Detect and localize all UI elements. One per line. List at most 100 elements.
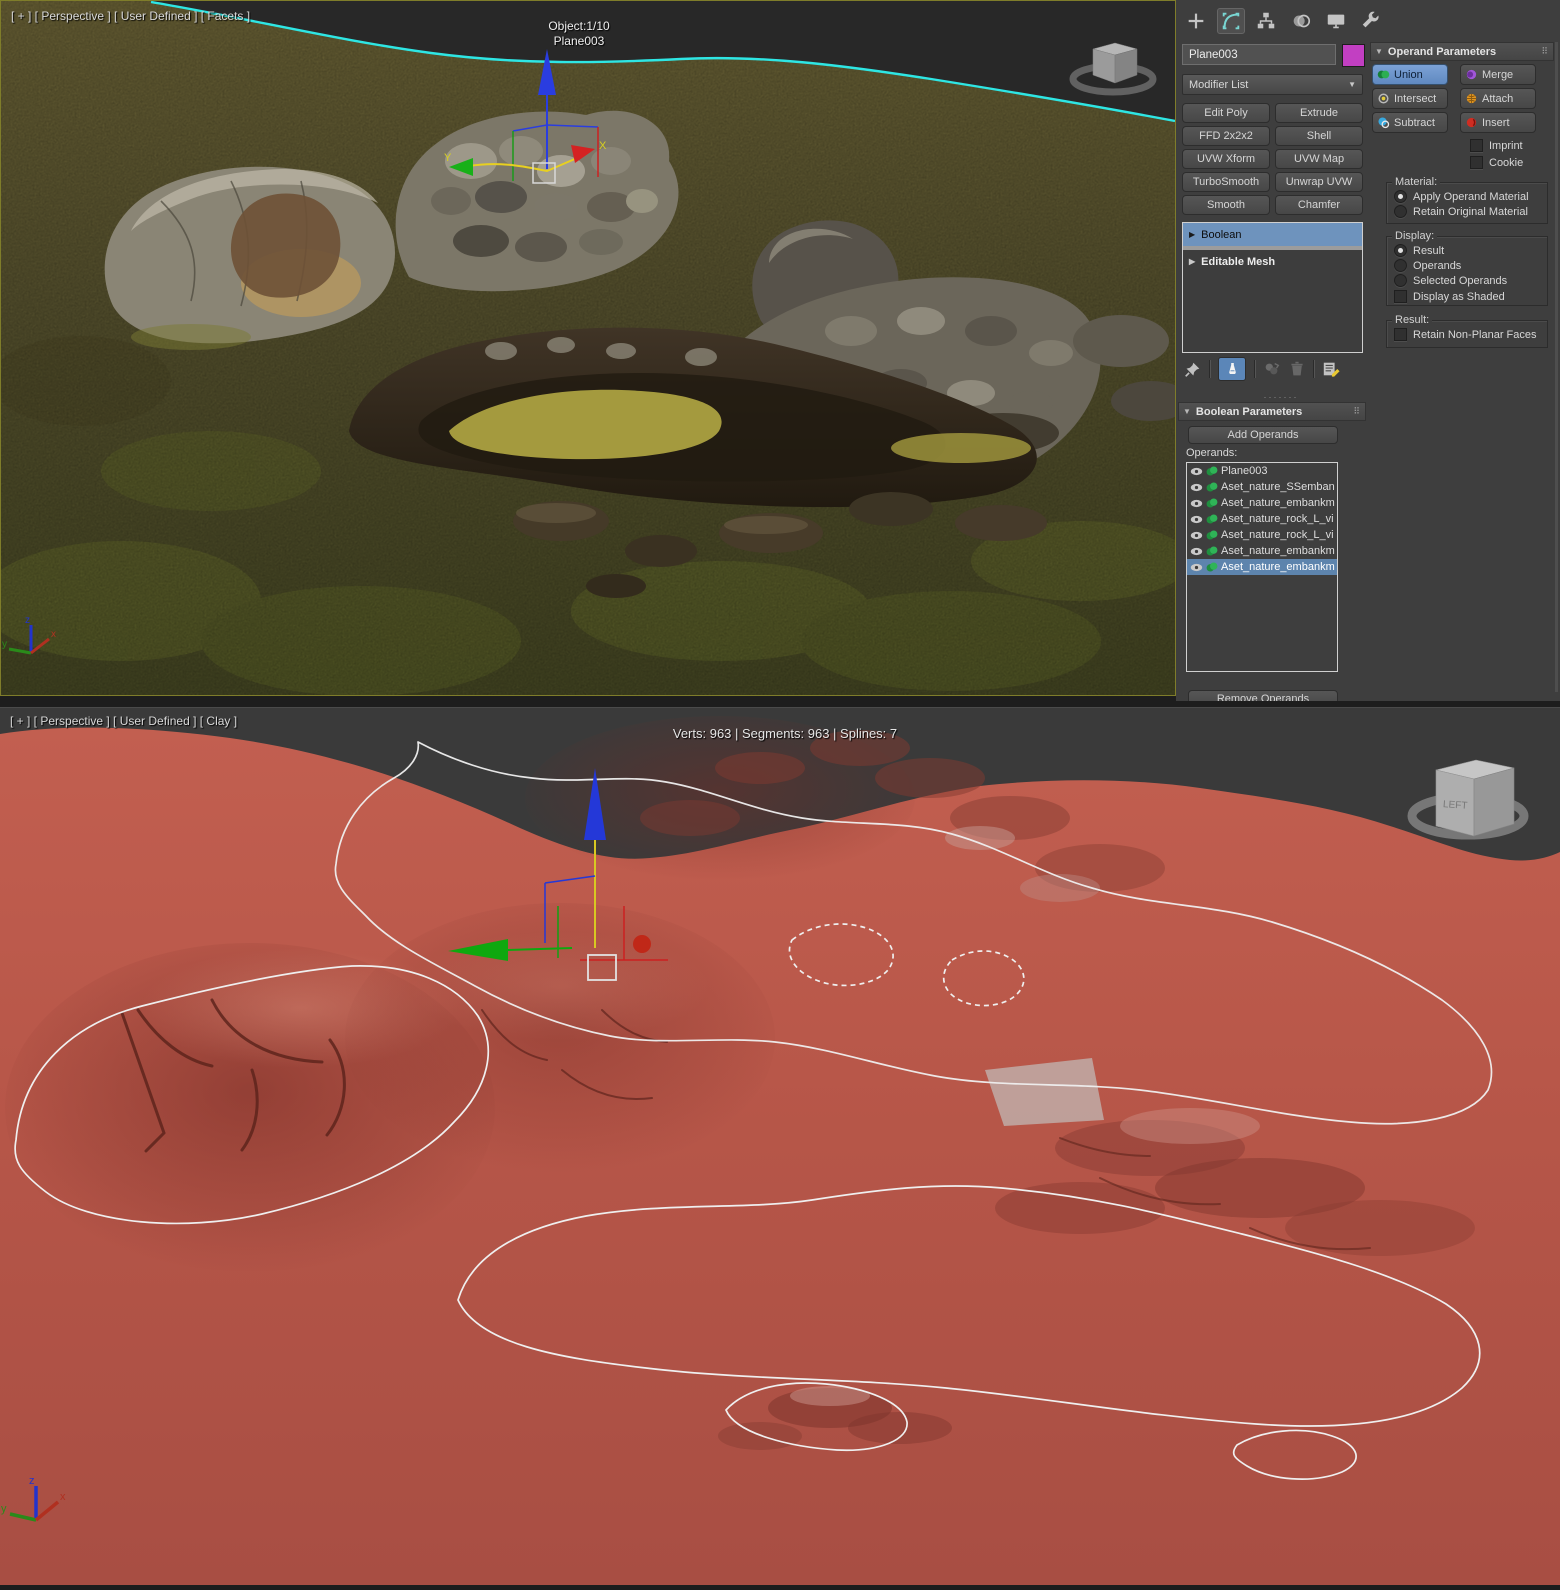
eye-icon[interactable] xyxy=(1190,467,1203,476)
configure-modifier-sets-icon[interactable] xyxy=(1322,360,1340,378)
modifier-button-edit-poly[interactable]: Edit Poly xyxy=(1182,103,1270,123)
radio-label: Retain Original Material xyxy=(1413,206,1528,218)
operand-label: Aset_nature_embankm xyxy=(1221,545,1335,557)
viewport-bottom-clay[interactable]: LEFT z y x [ + ] [ Perspective ] [ User … xyxy=(0,707,1560,1585)
hierarchy-icon xyxy=(1255,10,1277,32)
add-operands-button[interactable]: Add Operands xyxy=(1188,426,1338,444)
modifier-button-turbosmooth[interactable]: TurboSmooth xyxy=(1182,172,1270,192)
drag-grip-icon[interactable]: ⠿ xyxy=(1541,46,1549,57)
eye-icon[interactable] xyxy=(1190,531,1203,540)
tab-utilities[interactable] xyxy=(1357,8,1385,34)
eye-icon[interactable] xyxy=(1190,499,1203,508)
selection-tooltip-line1: Object:1/10 xyxy=(499,19,659,34)
object-color-swatch[interactable] xyxy=(1342,44,1365,67)
tab-modify[interactable] xyxy=(1217,8,1245,34)
tab-motion[interactable] xyxy=(1287,8,1315,34)
expand-arrow-icon[interactable]: ▶ xyxy=(1189,257,1195,266)
make-unique-icon[interactable] xyxy=(1263,360,1281,378)
eye-icon[interactable] xyxy=(1190,563,1203,572)
operand-row[interactable]: Aset_nature_embankm xyxy=(1187,495,1337,511)
panel-scrollbar[interactable] xyxy=(1555,42,1558,692)
pin-stack-icon[interactable] xyxy=(1184,361,1201,378)
stack-item-boolean[interactable]: ▶ Boolean xyxy=(1183,223,1362,246)
utilities-wrench-icon xyxy=(1360,10,1382,32)
selection-tooltip: Object:1/10 Plane003 xyxy=(499,19,659,49)
collapse-arrow-icon: ▼ xyxy=(1375,47,1383,56)
subtract-icon xyxy=(1377,116,1390,129)
display-selected-operands-radio[interactable] xyxy=(1394,274,1407,287)
viewport-bottom-label[interactable]: [ + ] [ Perspective ] [ User Defined ] [… xyxy=(10,714,237,728)
operand-row[interactable]: Aset_nature_SSemban xyxy=(1187,479,1337,495)
merge-button[interactable]: Merge xyxy=(1460,64,1536,85)
display-selected-operands-row: Selected Operands xyxy=(1394,274,1507,287)
operand-geometry-icon xyxy=(1206,481,1218,493)
subtract-button[interactable]: Subtract xyxy=(1372,112,1448,133)
modifier-button-shell[interactable]: Shell xyxy=(1275,126,1363,146)
attach-button[interactable]: Attach xyxy=(1460,88,1536,109)
display-result-row: Result xyxy=(1394,244,1444,257)
operand-geometry-icon xyxy=(1206,513,1218,525)
modifier-button-smooth[interactable]: Smooth xyxy=(1182,195,1270,215)
modifier-button-unwrap-uvw[interactable]: Unwrap UVW xyxy=(1275,172,1363,192)
operand-geometry-icon xyxy=(1206,545,1218,557)
viewcube[interactable]: LEFT xyxy=(1412,760,1524,836)
object-name-input[interactable] xyxy=(1182,44,1336,65)
stack-item-editable-mesh[interactable]: ▶ Editable Mesh xyxy=(1183,250,1362,273)
show-end-result-button[interactable] xyxy=(1218,357,1246,381)
union-button[interactable]: Union xyxy=(1372,64,1448,85)
display-operands-radio[interactable] xyxy=(1394,259,1407,272)
modifier-stack: ▶ Boolean ▶ Editable Mesh xyxy=(1182,222,1363,353)
motion-icon xyxy=(1290,10,1312,32)
gizmo-x-handle[interactable] xyxy=(633,935,651,953)
tripod-z-label: z xyxy=(29,1475,35,1487)
modifier-button-chamfer[interactable]: Chamfer xyxy=(1275,195,1363,215)
tab-hierarchy[interactable] xyxy=(1252,8,1280,34)
rollout-title: Operand Parameters xyxy=(1388,46,1496,58)
viewport-top-label[interactable]: [ + ] [ Perspective ] [ User Defined ] [… xyxy=(11,9,250,23)
result-group-label: Result: xyxy=(1392,314,1432,326)
modifier-button-ffd2x2x2[interactable]: FFD 2x2x2 xyxy=(1182,126,1270,146)
merge-icon xyxy=(1465,68,1478,81)
remove-operands-button[interactable]: Remove Operands xyxy=(1188,690,1338,701)
eye-icon[interactable] xyxy=(1190,483,1203,492)
operand-parameters-rollout-header[interactable]: ▼ Operand Parameters ⠿ xyxy=(1370,42,1554,61)
insert-button[interactable]: Insert xyxy=(1460,112,1536,133)
operand-row[interactable]: Aset_nature_embankm xyxy=(1187,543,1337,559)
intersect-icon xyxy=(1377,92,1390,105)
modifier-list-dropdown[interactable]: Modifier List ▼ xyxy=(1182,74,1363,95)
viewcube-face-label[interactable]: LEFT xyxy=(1443,799,1468,812)
tripod-z-label: z xyxy=(25,615,30,626)
viewport-top-facets[interactable]: Y X z y x [ + ] [ Perspective ] [ User D… xyxy=(0,0,1176,696)
modifier-button-uvw-xform[interactable]: UVW Xform xyxy=(1182,149,1270,169)
union-icon xyxy=(1377,68,1390,81)
eye-icon[interactable] xyxy=(1190,515,1203,524)
eye-icon[interactable] xyxy=(1190,547,1203,556)
operand-label: Aset_nature_rock_L_vi xyxy=(1221,513,1334,525)
boolean-parameters-rollout-header[interactable]: ▼ Boolean Parameters ⠿ xyxy=(1178,402,1366,421)
imprint-checkbox[interactable] xyxy=(1470,139,1483,152)
display-as-shaded-checkbox[interactable] xyxy=(1394,290,1407,303)
rollout-splitter-grip[interactable]: ······· xyxy=(1246,392,1316,402)
operand-row[interactable]: Aset_nature_rock_L_vi xyxy=(1187,527,1337,543)
retain-non-planar-faces-checkbox[interactable] xyxy=(1394,328,1407,341)
apply-operand-material-radio[interactable] xyxy=(1394,190,1407,203)
operand-row[interactable]: Aset_nature_rock_L_vi xyxy=(1187,511,1337,527)
display-result-radio[interactable] xyxy=(1394,244,1407,257)
stack-item-label: Editable Mesh xyxy=(1201,256,1275,268)
tab-create[interactable] xyxy=(1182,8,1210,34)
modifier-button-uvw-map[interactable]: UVW Map xyxy=(1275,149,1363,169)
remove-modifier-trash-icon[interactable] xyxy=(1289,360,1305,378)
modifier-button-extrude[interactable]: Extrude xyxy=(1275,103,1363,123)
drag-grip-icon[interactable]: ⠿ xyxy=(1353,406,1361,417)
operand-row[interactable]: Plane003 xyxy=(1187,463,1337,479)
selection-tooltip-line2: Plane003 xyxy=(499,34,659,49)
panel-tabs xyxy=(1182,8,1385,34)
intersect-button[interactable]: Intersect xyxy=(1372,88,1448,109)
attach-icon xyxy=(1465,92,1478,105)
tripod-x-label: x xyxy=(51,629,56,640)
tab-display[interactable] xyxy=(1322,8,1350,34)
expand-arrow-icon[interactable]: ▶ xyxy=(1189,230,1195,239)
operand-row-selected[interactable]: Aset_nature_embankm xyxy=(1187,559,1337,575)
cookie-checkbox[interactable] xyxy=(1470,156,1483,169)
retain-original-material-radio[interactable] xyxy=(1394,205,1407,218)
